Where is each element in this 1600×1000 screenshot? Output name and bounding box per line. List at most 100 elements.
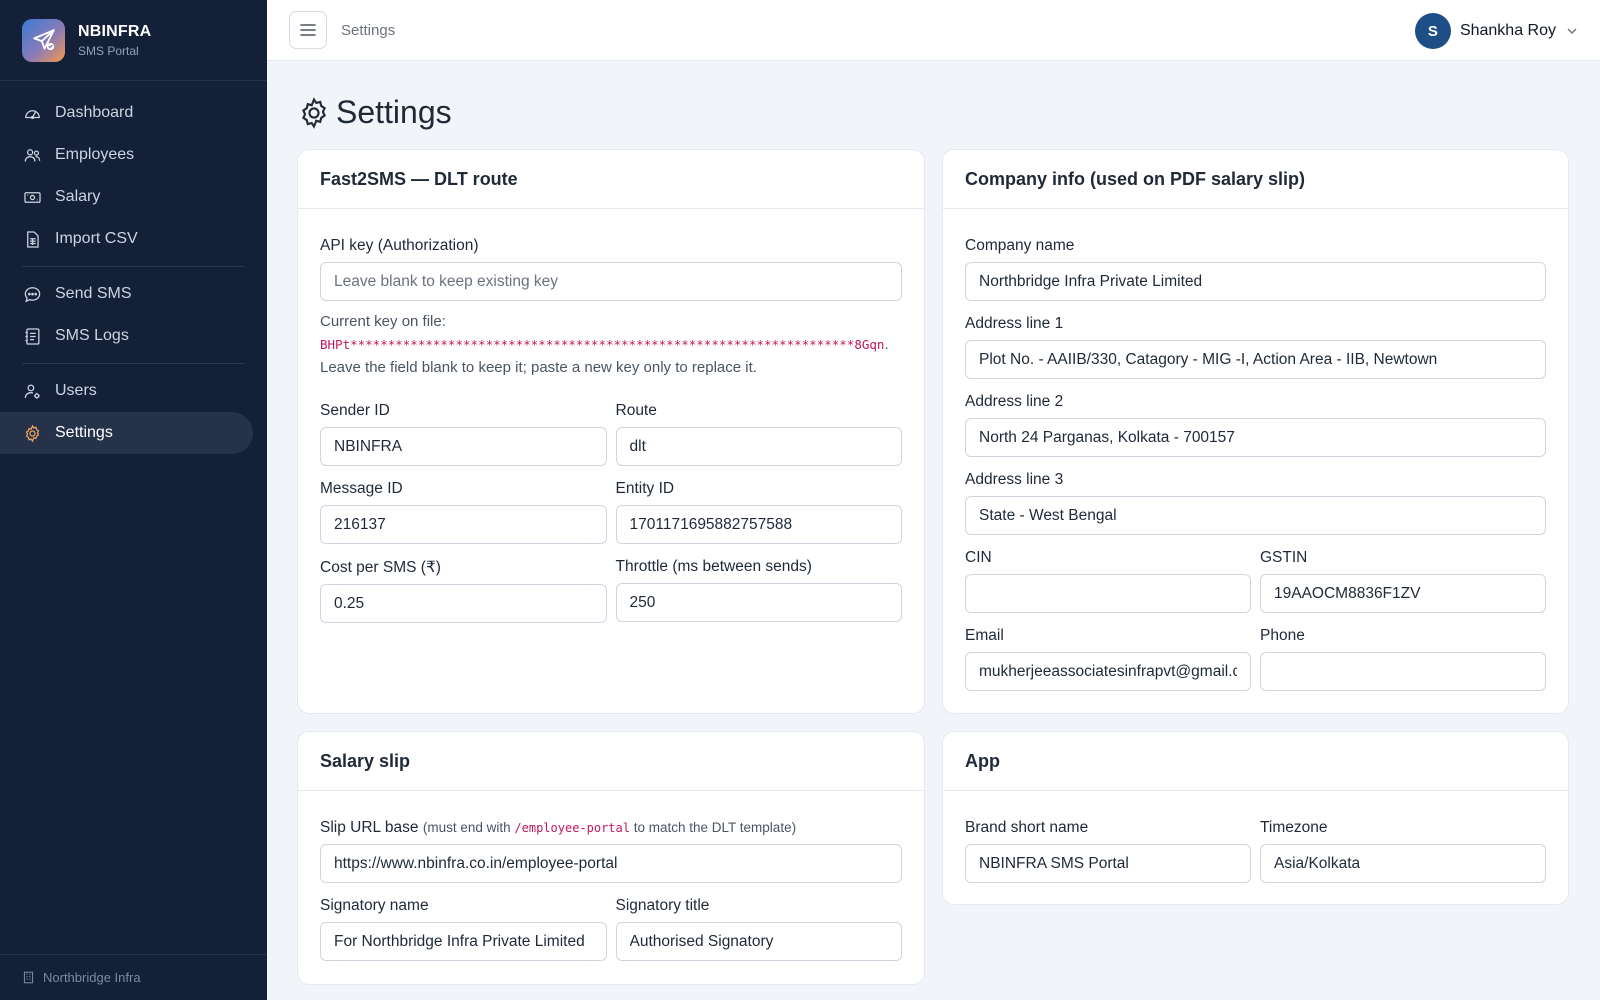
building-icon	[23, 971, 34, 984]
user-name: Shankha Roy	[1459, 22, 1556, 39]
page-title: Settings	[297, 94, 452, 131]
sidebar-item-settings[interactable]: Settings	[0, 412, 253, 454]
signatory-title-label: Signatory title	[615, 897, 710, 914]
route-input[interactable]	[615, 427, 902, 466]
fast2sms-card: Fast2SMS — DLT route API key (Authorizat…	[297, 149, 925, 714]
card-title: Company info (used on PDF salary slip)	[943, 150, 1568, 209]
topbar: Settings S Shankha Roy	[267, 0, 1600, 61]
card-title: Salary slip	[298, 732, 924, 791]
gear-icon	[25, 424, 40, 442]
sidebar-item-send-sms[interactable]: Send SMS	[0, 273, 253, 315]
slip-url-hint-code: /employee-portal	[514, 821, 630, 835]
current-key-prefix: Current key on file:	[320, 313, 446, 330]
company-name-label: Company name	[965, 237, 1075, 254]
phone-label: Phone	[1260, 627, 1305, 644]
sidebar: NBINFRA SMS Portal Dashboard Employees S…	[0, 0, 267, 1000]
current-key-masked: BHPt************************************…	[320, 337, 885, 352]
sidebar-item-label: Send SMS	[55, 285, 132, 302]
slip-url-hint-suffix: to match the DLT template)	[633, 820, 797, 835]
avatar: S	[1414, 13, 1451, 49]
brand-title: NBINFRA	[78, 22, 152, 40]
company-name-input[interactable]	[965, 262, 1546, 301]
cost-per-sms-input[interactable]	[320, 584, 607, 623]
slip-url-label-text: Slip URL base	[320, 819, 419, 836]
brand[interactable]: NBINFRA SMS Portal	[0, 0, 267, 81]
api-key-label: API key (Authorization)	[320, 237, 479, 254]
entity-id-input[interactable]	[615, 505, 902, 544]
menu-toggle-button[interactable]	[289, 11, 327, 49]
address-line-2-input[interactable]	[965, 418, 1546, 457]
journal-text-icon	[25, 327, 40, 345]
sidebar-item-label: Users	[55, 382, 97, 399]
address-line-1-input[interactable]	[965, 340, 1546, 379]
gauge-icon	[25, 109, 40, 119]
sidebar-item-sms-logs[interactable]: SMS Logs	[0, 315, 253, 357]
address-line-3-input[interactable]	[965, 496, 1546, 535]
file-spreadsheet-icon	[27, 230, 39, 248]
sidebar-item-label: Employees	[55, 146, 135, 163]
email-label: Email	[965, 627, 1004, 644]
api-key-input[interactable]	[320, 262, 902, 301]
sidebar-item-label: Salary	[55, 188, 101, 205]
gstin-input[interactable]	[1260, 574, 1546, 613]
breadcrumb: Settings	[341, 21, 396, 39]
gstin-label: GSTIN	[1260, 549, 1308, 566]
sidebar-footer: Northbridge Infra	[0, 954, 267, 1000]
people-icon	[24, 148, 41, 162]
route-label: Route	[615, 402, 657, 419]
footer-org-name: Northbridge Infra	[43, 970, 141, 985]
gear-icon	[302, 96, 326, 129]
brand-subtitle: SMS Portal	[78, 43, 139, 58]
sidebar-item-label: Settings	[55, 424, 113, 441]
salary-slip-card: Salary slip Slip URL base (must end with…	[297, 731, 925, 985]
throttle-input[interactable]	[615, 583, 902, 622]
sidebar-nav: Dashboard Employees Salary Import CSV Se…	[0, 81, 267, 454]
throttle-label: Throttle (ms between sends)	[615, 558, 812, 575]
sidebar-item-users[interactable]: Users	[0, 370, 253, 412]
sender-id-label: Sender ID	[320, 402, 390, 419]
address-line-3-label: Address line 3	[965, 471, 1064, 488]
user-menu[interactable]: S Shankha Roy	[1414, 13, 1578, 49]
cin-input[interactable]	[965, 574, 1251, 613]
signatory-name-label: Signatory name	[320, 897, 429, 914]
slip-url-hint: (must end with /employee-portal to match…	[423, 820, 796, 835]
nav-divider	[22, 363, 245, 364]
slip-url-label: Slip URL base (must end with /employee-p…	[320, 819, 902, 837]
current-key-note: Current key on file: BHPt***************…	[320, 310, 902, 379]
phone-field[interactable]	[1260, 652, 1546, 691]
chat-dots-icon	[24, 286, 41, 302]
sidebar-item-dashboard[interactable]: Dashboard	[0, 92, 253, 134]
card-title: Fast2SMS — DLT route	[298, 150, 924, 209]
sidebar-item-label: SMS Logs	[55, 327, 129, 344]
card-title: App	[943, 732, 1568, 791]
timezone-input[interactable]	[1260, 844, 1546, 883]
app-card: App Brand short name Timezone	[942, 731, 1569, 905]
sidebar-item-salary[interactable]: Salary	[0, 176, 253, 218]
cin-label: CIN	[965, 549, 992, 566]
company-info-card: Company info (used on PDF salary slip) C…	[942, 149, 1569, 714]
message-id-input[interactable]	[320, 505, 607, 544]
person-gear-icon	[24, 384, 40, 399]
address-line-1-label: Address line 1	[965, 315, 1064, 332]
cash-icon	[24, 191, 41, 203]
slip-url-input[interactable]	[320, 844, 902, 883]
timezone-label: Timezone	[1260, 819, 1328, 836]
brand-short-name-input[interactable]	[965, 844, 1251, 883]
sidebar-item-import-csv[interactable]: Import CSV	[0, 218, 253, 260]
paper-plane-logo-icon	[22, 18, 65, 62]
sidebar-item-employees[interactable]: Employees	[0, 134, 253, 176]
sidebar-item-label: Import CSV	[55, 230, 138, 247]
slip-url-hint-prefix: (must end with	[422, 820, 511, 835]
chevron-down-icon	[1567, 28, 1577, 34]
entity-id-label: Entity ID	[615, 480, 675, 497]
hamburger-icon	[300, 24, 316, 36]
brand-short-name-label: Brand short name	[965, 819, 1089, 836]
nav-divider	[22, 266, 245, 267]
cost-per-sms-label: Cost per SMS (₹)	[320, 559, 441, 576]
message-id-label: Message ID	[320, 480, 403, 497]
address-line-2-label: Address line 2	[965, 393, 1064, 410]
sender-id-input[interactable]	[320, 427, 607, 466]
signatory-name-input[interactable]	[320, 922, 607, 961]
signatory-title-input[interactable]	[615, 922, 902, 961]
email-field[interactable]	[965, 652, 1251, 691]
